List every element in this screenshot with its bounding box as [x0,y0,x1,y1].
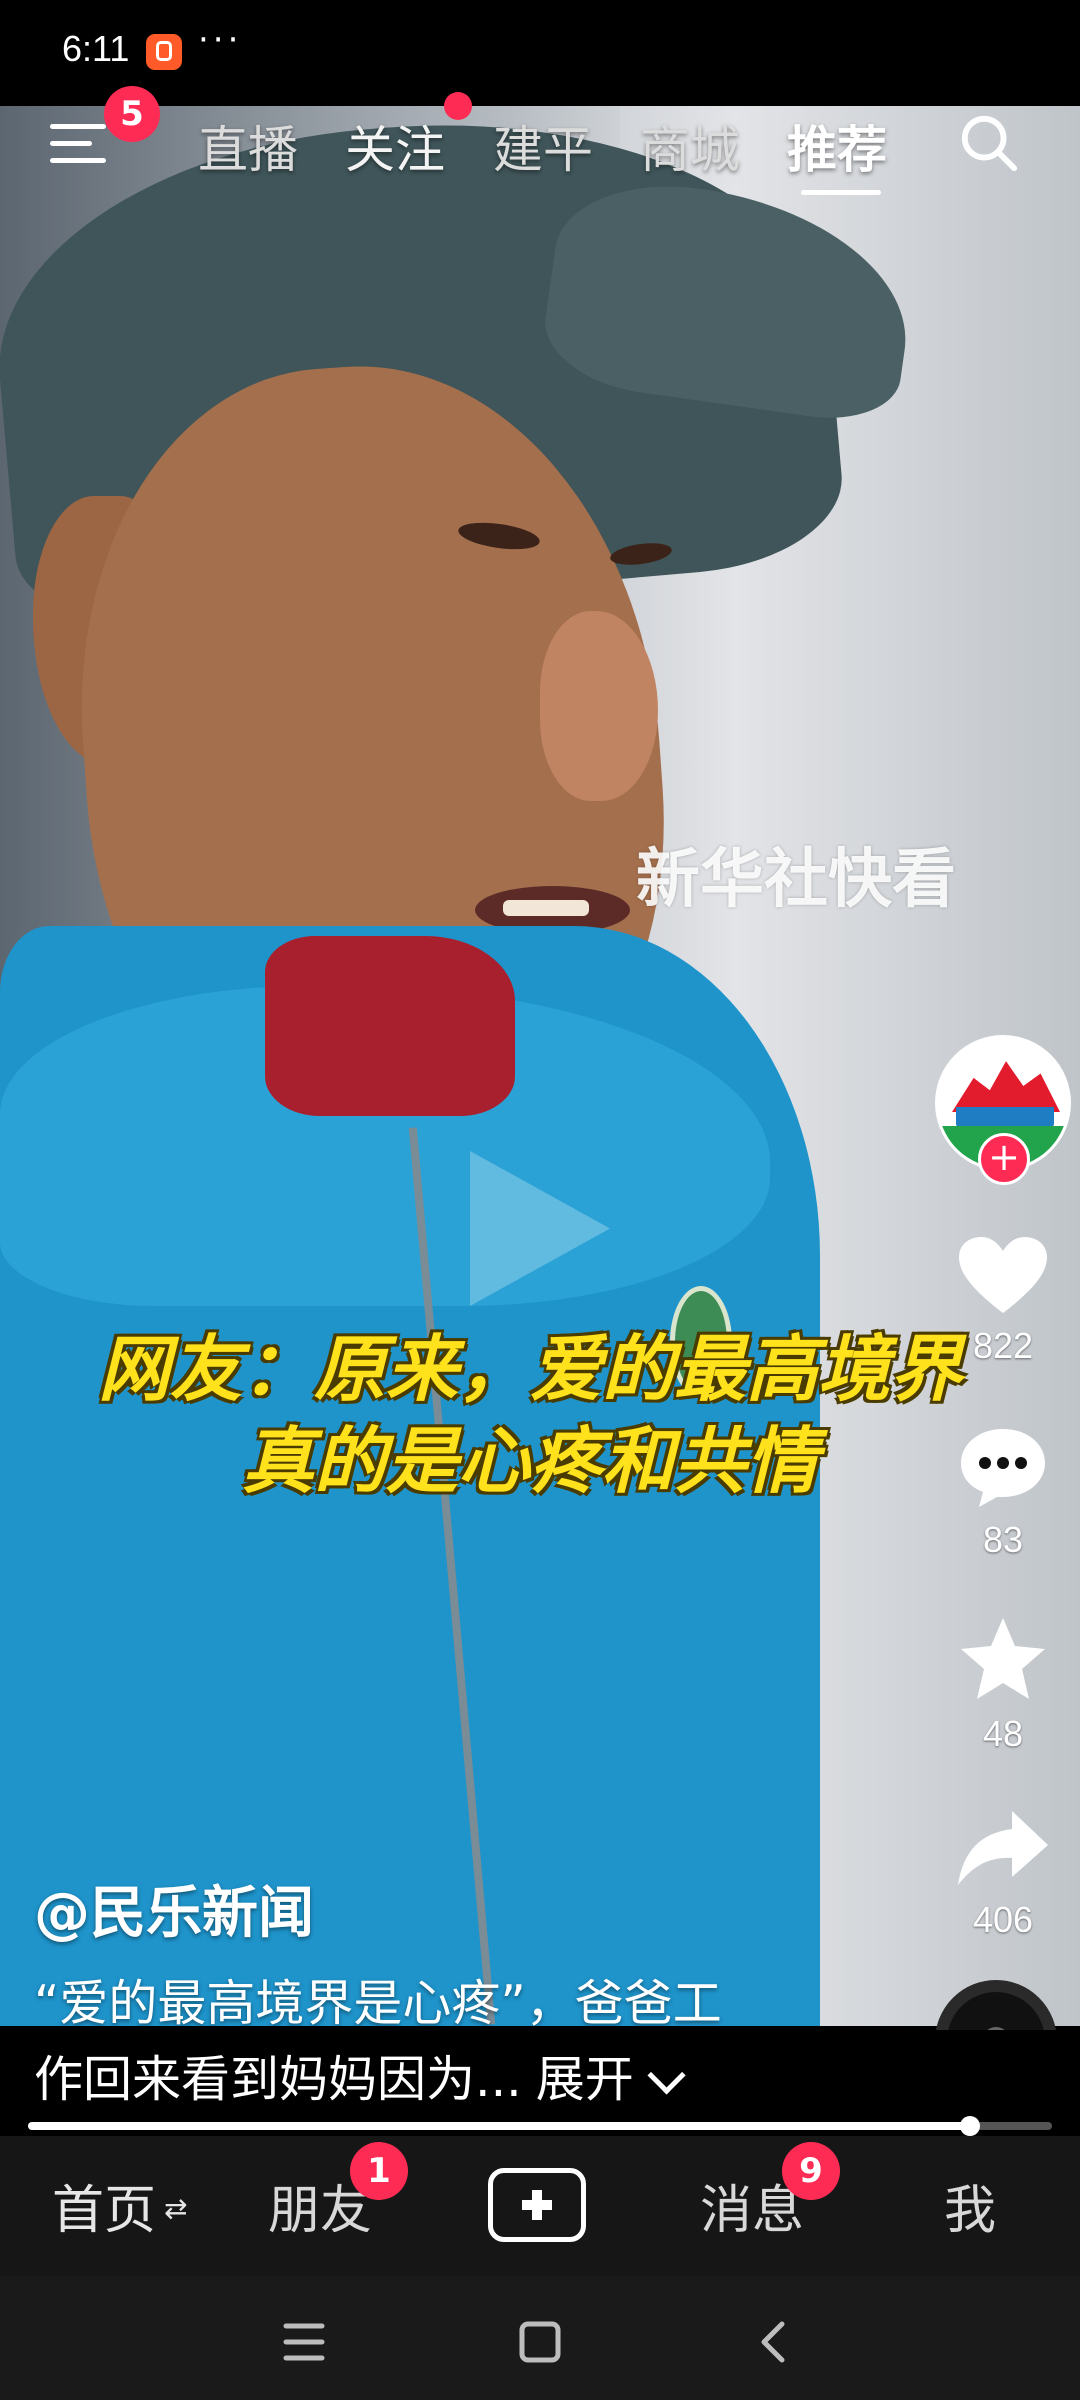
video-progress-bar[interactable] [28,2116,1052,2136]
like-count: 822 [972,1325,1034,1366]
menu-badge: 5 [104,86,160,142]
active-tab-indicator [801,190,881,195]
bottom-navigation: 首页 ⇄ 朋友 1 消息 9 我 [0,2136,1080,2276]
side-action-rail: + 822 83 48 406 [935,1035,1075,2015]
favorite-count: 48 [982,1713,1024,1754]
back-chevron-icon[interactable] [744,2312,804,2372]
progress-handle[interactable] [960,2116,981,2136]
red-shirt-collar-image [265,936,515,1116]
share-icon [958,1811,1048,1885]
nav-me[interactable]: 我 [944,2168,996,2243]
camera-app-icon [146,34,182,70]
comment-button[interactable]: 83 [935,1425,1071,1561]
video-watermark: 新华社快看 [636,843,956,917]
status-more-indicator: ··· [198,20,243,60]
video-caption-line: 网友：原来，爱的最高境界 [97,1327,962,1411]
search-icon[interactable] [958,112,1020,174]
tab-following[interactable]: 关注 [345,110,445,182]
comment-icon [961,1429,1045,1507]
teeth-image [503,900,589,916]
tab-live[interactable]: 直播 [198,110,298,182]
like-button[interactable]: 822 [935,1235,1071,1367]
status-time: 6:11 [62,28,130,69]
messages-badge: 9 [782,2142,840,2200]
post-description-line: 作回来看到妈妈因为... [34,2051,522,2108]
video-frame[interactable] [0,106,1080,2026]
following-notification-dot [444,92,472,120]
system-navigation [0,2276,1080,2400]
tab-jianping[interactable]: 建平 [493,110,593,182]
tab-mall[interactable]: 商城 [640,110,740,182]
friends-badge: 1 [350,2142,408,2200]
nav-home-label: 首页 [52,2181,157,2241]
plus-square-icon[interactable] [488,2168,586,2242]
status-bar: 6:11 ··· [0,0,1080,106]
star-icon [961,1618,1045,1699]
share-button[interactable]: 406 [935,1805,1071,1941]
author-name[interactable]: @民乐新闻 [34,1868,314,1949]
post-description-line: “爱的最高境界是心疼”，爸爸工 [34,1975,722,2032]
expand-button[interactable]: 展开 [535,2040,686,2111]
menu-icon[interactable] [50,118,112,168]
share-count: 406 [972,1899,1034,1940]
swap-icon: ⇄ [164,2192,188,2225]
follow-button[interactable]: + [978,1133,1030,1185]
heart-icon [959,1237,1047,1313]
nav-home[interactable]: 首页 ⇄ [52,2168,187,2243]
expand-label: 展开 [535,2051,634,2108]
favorite-button[interactable]: 48 [935,1615,1071,1755]
post-description-continuation: 作回来看到妈妈因为... 展开 [34,2040,686,2111]
video-caption-line: 真的是心疼和共情 [241,1419,818,1503]
progress-fill [28,2122,971,2130]
comment-count: 83 [982,1519,1024,1560]
tab-recommend[interactable]: 推荐 [787,110,887,182]
recent-apps-icon[interactable] [274,2312,334,2372]
home-square-icon[interactable] [510,2312,570,2372]
